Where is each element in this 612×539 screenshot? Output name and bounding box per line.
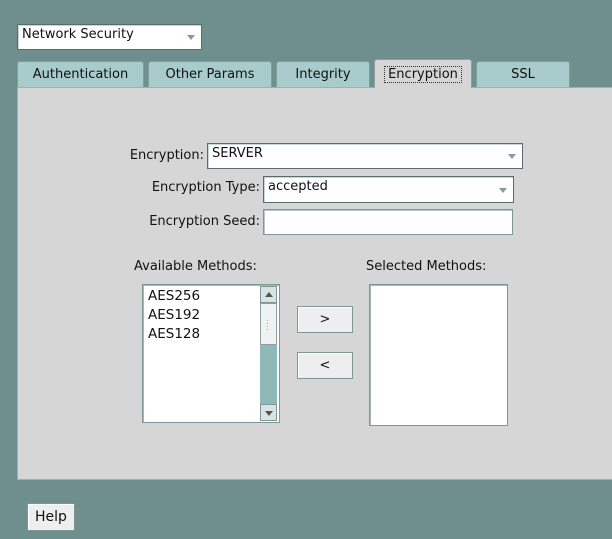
scroll-down-button[interactable]: [260, 404, 277, 421]
chevron-down-icon: [508, 154, 516, 159]
help-label: Help: [35, 509, 67, 525]
tab-label: Integrity: [295, 67, 351, 82]
list-item[interactable]: AES256: [148, 288, 200, 304]
list-item[interactable]: AES128: [148, 326, 200, 342]
selected-methods-label: Selected Methods:: [366, 259, 487, 274]
category-select-value: Network Security: [22, 27, 134, 42]
scroll-thumb[interactable]: ::: [260, 303, 277, 345]
arrow-up-icon: [265, 292, 273, 297]
chevron-down-icon: [499, 187, 507, 193]
tab-ssl[interactable]: SSL: [476, 61, 570, 87]
grip-icon: ::: [266, 317, 269, 332]
tab-authentication[interactable]: Authentication: [17, 61, 144, 87]
add-method-button[interactable]: >: [297, 306, 353, 333]
tab-encryption[interactable]: Encryption: [374, 59, 472, 88]
help-button[interactable]: Help: [27, 503, 75, 531]
available-methods-list[interactable]: AES256 AES192 AES128 ::: [142, 284, 280, 423]
tab-label: Encryption: [384, 66, 462, 83]
tab-label: Other Params: [165, 67, 255, 82]
encryption-type-label: Encryption Type:: [151, 180, 260, 195]
tab-other-params[interactable]: Other Params: [148, 61, 272, 87]
encryption-label: Encryption:: [129, 148, 204, 163]
category-select[interactable]: Network Security: [17, 24, 202, 50]
encryption-select-value: SERVER: [212, 146, 263, 161]
remove-method-button[interactable]: <: [297, 352, 353, 379]
encryption-seed-label: Encryption Seed:: [149, 214, 260, 229]
arrow-down-icon: [265, 411, 273, 416]
list-item[interactable]: AES192: [148, 307, 200, 323]
chevron-down-icon: [187, 35, 195, 40]
tab-integrity[interactable]: Integrity: [276, 61, 370, 87]
encryption-seed-input[interactable]: [263, 209, 513, 235]
encryption-select[interactable]: SERVER: [207, 143, 523, 169]
encryption-panel: Encryption: SERVER Encryption Type: acce…: [17, 87, 612, 480]
encryption-type-select[interactable]: accepted: [263, 176, 514, 203]
tab-label: Authentication: [32, 67, 129, 82]
tab-label: SSL: [511, 67, 535, 82]
available-methods-label: Available Methods:: [134, 259, 257, 274]
encryption-type-value: accepted: [268, 179, 328, 194]
selected-methods-list[interactable]: [369, 284, 508, 426]
remove-method-label: <: [319, 358, 331, 373]
add-method-label: >: [319, 312, 331, 327]
vertical-scrollbar[interactable]: ::: [260, 286, 277, 421]
scroll-up-button[interactable]: [260, 286, 277, 303]
